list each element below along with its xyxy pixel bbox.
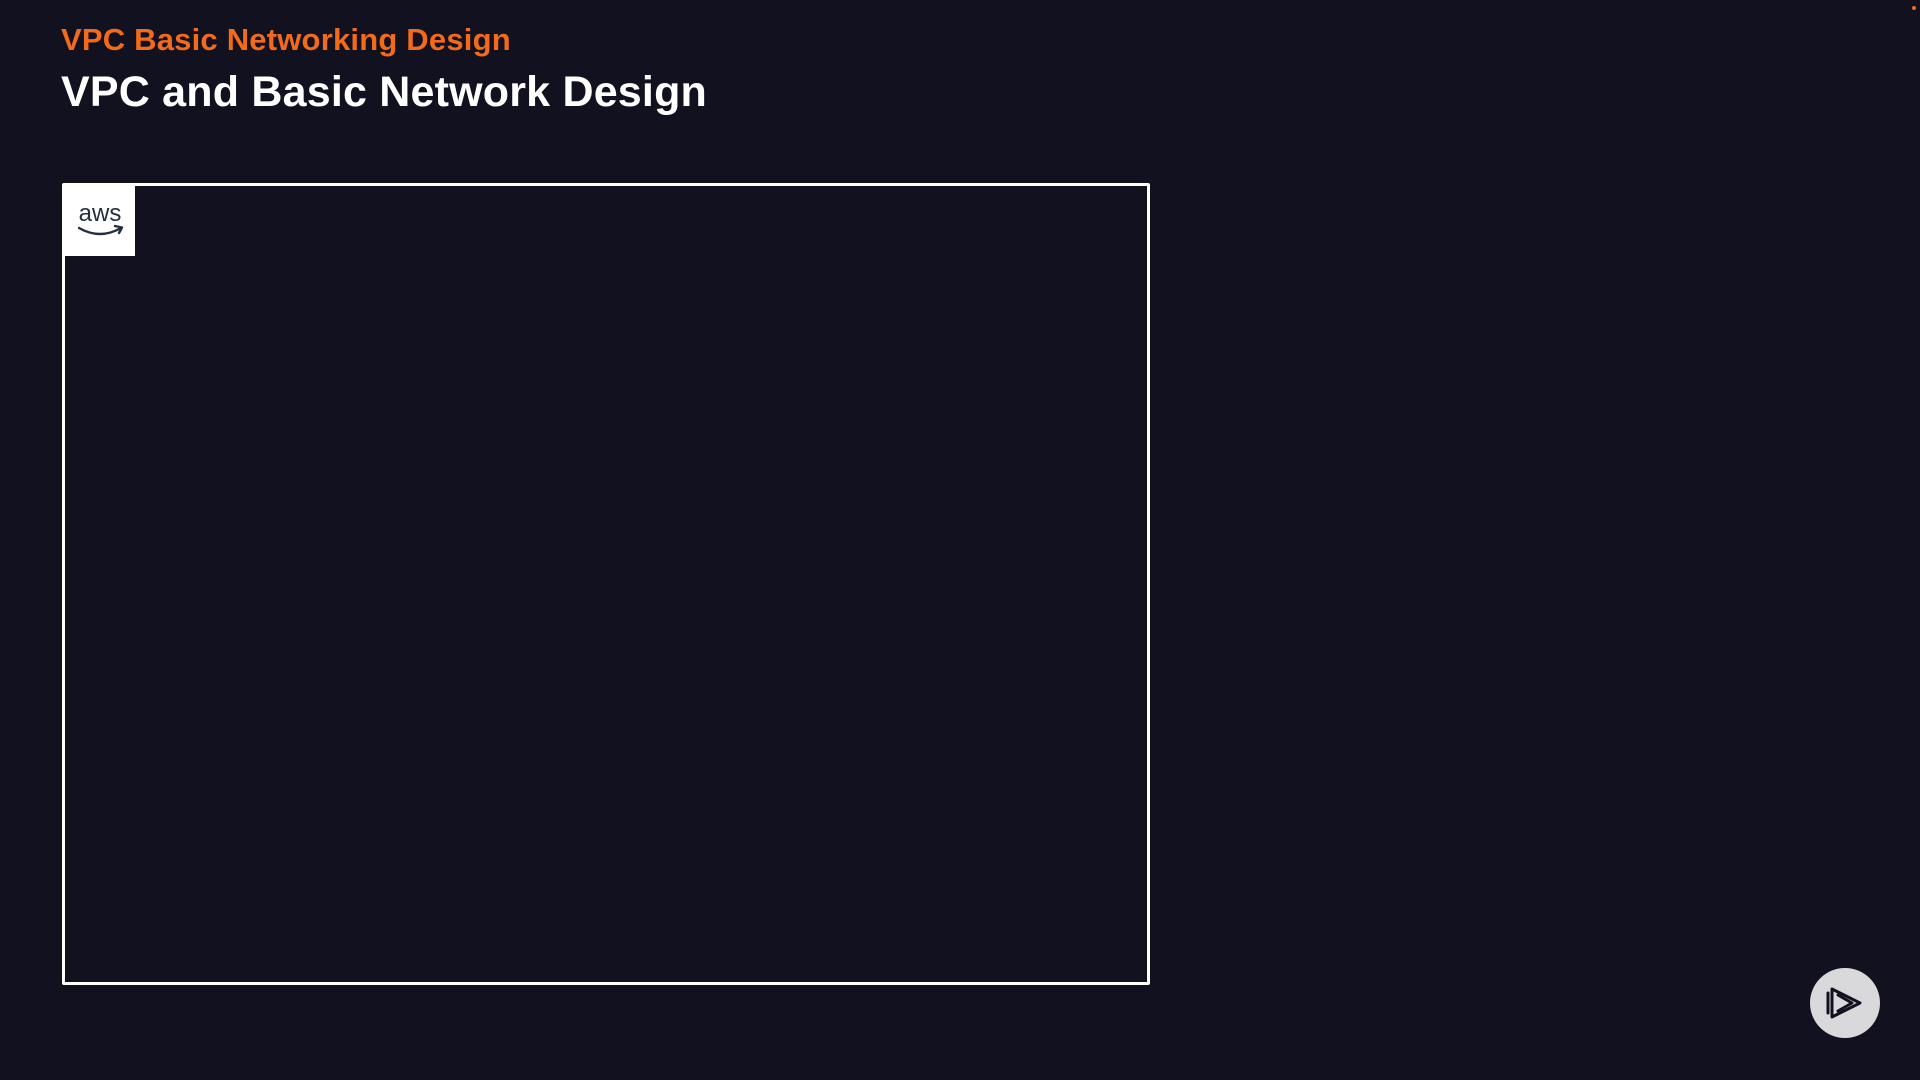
recording-indicator-dot <box>1912 6 1916 10</box>
aws-cloud-frame: aws <box>62 183 1150 985</box>
slide-title: VPC and Basic Network Design <box>61 68 708 116</box>
aws-logo-text: aws <box>79 200 122 227</box>
slide: VPC Basic Networking Design VPC and Basi… <box>0 0 1920 1080</box>
slide-subtitle: VPC Basic Networking Design <box>61 22 511 57</box>
aws-logo-icon: aws <box>65 186 135 256</box>
aws-logo-graphic: aws <box>77 200 124 236</box>
play-logo-icon <box>1810 968 1880 1038</box>
